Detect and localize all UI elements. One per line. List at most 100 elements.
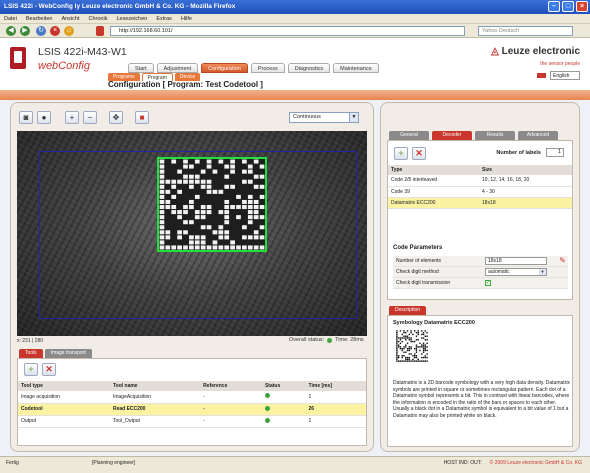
- menu-item-bookmarks[interactable]: Lesezeichen: [116, 16, 147, 22]
- close-icon[interactable]: ×: [576, 1, 588, 12]
- table-row[interactable]: Image acquisition ImageAcquisition - 1: [18, 391, 366, 404]
- label-count-label: Number of labels: [496, 149, 541, 156]
- menu-item-help[interactable]: Hilfe: [181, 16, 192, 22]
- cell-time: 1: [305, 391, 366, 404]
- table-row[interactable]: Output Tool_Output - 1: [18, 415, 366, 428]
- tab-adjustment[interactable]: Adjustment: [156, 63, 199, 73]
- table-row[interactable]: Code 39 4 - 30: [388, 186, 572, 198]
- menu-item-tools[interactable]: Extras: [156, 16, 172, 22]
- window-title: LSIS 422i - WebConfig ly Leuze electroni…: [4, 3, 236, 10]
- app-header: LSIS 422i-M43-W1 webConfig Start Adjustm…: [0, 38, 590, 90]
- tab-advanced[interactable]: Advanced: [518, 131, 558, 140]
- stop-icon[interactable]: ×: [50, 26, 60, 36]
- col-type: Type: [388, 165, 480, 175]
- service-link[interactable]: the sensor people: [540, 61, 580, 67]
- tool-table: Tool type Tool name Reference Status Tim…: [18, 381, 366, 428]
- menu-bar: Datei Bearbeiten Ansicht Chronik Lesezei…: [0, 14, 590, 24]
- cell-tool-type: Codetool: [18, 403, 110, 416]
- maximize-icon[interactable]: □: [562, 1, 574, 12]
- zoom-out-icon[interactable]: −: [83, 111, 97, 124]
- menu-item-edit[interactable]: Bearbeiten: [26, 16, 53, 22]
- col-reference: Reference: [200, 381, 262, 391]
- tab-maintenance[interactable]: Maintenance: [333, 63, 379, 73]
- acquisition-mode-select[interactable]: Continuous ▼: [289, 112, 359, 123]
- camera-icon[interactable]: ◙: [19, 111, 33, 124]
- check-method-select[interactable]: automatic ▼: [485, 268, 547, 276]
- cell-tool-name: ImageAcquisition: [109, 391, 201, 404]
- description-box: Symbology Datamatrix ECC200 Datamatrix i…: [387, 315, 573, 447]
- param-row-check-method: Check digit method automatic ▼: [393, 267, 568, 278]
- remove-tool-button[interactable]: ✕: [42, 363, 56, 376]
- navigation-toolbar: ◀ ▶ ↻ × ⌂ http://192.168.60.101/ Yahoo D…: [0, 24, 590, 38]
- tab-start[interactable]: Start: [128, 63, 154, 73]
- tab-diagnostics[interactable]: Diagnostics: [287, 63, 331, 73]
- param-row-check-transmission: Check digit transmission ✓: [393, 278, 568, 289]
- window-titlebar: LSIS 422i - WebConfig ly Leuze electroni…: [0, 0, 590, 14]
- color-icon[interactable]: ■: [135, 111, 149, 124]
- search-input[interactable]: Yahoo Deutsch: [478, 26, 573, 36]
- device-icon: [10, 47, 26, 69]
- flag-icon: [536, 72, 547, 79]
- home-icon[interactable]: ⌂: [64, 26, 74, 36]
- code-type-table: Type Size Code 2/5 interleaved 10, 12, 1…: [388, 165, 572, 209]
- tab-tools[interactable]: Tools: [19, 349, 43, 358]
- tab-decoder[interactable]: Decoder: [432, 131, 472, 140]
- overall-status-label: Overall status:: [289, 337, 325, 343]
- tab-process[interactable]: Process: [250, 63, 285, 73]
- camera-panel: ◙ ● + − ✥ ■ Continuous ▼ x: 231 | 280 Ov…: [10, 102, 374, 452]
- copyright: © 2009 Leuze electronic GmbH & Co. KG: [489, 460, 582, 466]
- cell-time: 26: [305, 403, 366, 416]
- tab-description[interactable]: Description: [389, 306, 427, 315]
- cell-tool-name: Read ECC200: [109, 403, 201, 416]
- minimize-icon[interactable]: –: [548, 1, 560, 12]
- menu-item-file[interactable]: Datei: [4, 16, 17, 22]
- code-parameters-title: Code Parameters: [393, 245, 443, 251]
- tab-image-transport[interactable]: Image transport: [44, 349, 92, 358]
- table-row[interactable]: Datamatrix ECC200 18x18: [388, 197, 572, 209]
- zoom-in-icon[interactable]: +: [65, 111, 79, 124]
- label-count-input[interactable]: 1: [546, 148, 564, 157]
- status-ok-icon: [264, 393, 270, 399]
- webconfig-logo: webConfig: [38, 60, 90, 72]
- camera-image[interactable]: [17, 131, 367, 336]
- param-label: Check digit method: [396, 269, 439, 275]
- forward-icon[interactable]: ▶: [20, 26, 30, 36]
- page-title-bar: [0, 90, 590, 100]
- remove-code-button[interactable]: ✕: [412, 147, 426, 160]
- status-right: HOST IND: OUT: © 2009 Leuze electronic G…: [444, 460, 582, 466]
- cursor-coordinates: x: 231 | 280: [17, 338, 44, 344]
- menu-item-history[interactable]: Chronik: [89, 16, 108, 22]
- site-favicon: [96, 26, 104, 36]
- status-text: Fertig: [6, 460, 19, 466]
- cell-type: Datamatrix ECC200: [388, 197, 480, 209]
- cell-size: 18x18: [479, 197, 572, 209]
- edit-icon[interactable]: ✎: [559, 256, 566, 265]
- page-title: Configuration [ Program: Test Codetool ]: [108, 80, 263, 89]
- language-select[interactable]: English: [550, 71, 580, 80]
- record-icon[interactable]: ●: [37, 111, 51, 124]
- crosshair-icon[interactable]: ✥: [109, 111, 123, 124]
- elements-input[interactable]: 18x18: [485, 257, 547, 265]
- reload-icon[interactable]: ↻: [36, 26, 46, 36]
- menu-item-view[interactable]: Ansicht: [61, 16, 79, 22]
- table-row[interactable]: Codetool Read ECC200 - 26: [18, 403, 366, 416]
- tool-list-box: + ✕ Tool type Tool name Reference Status…: [17, 358, 367, 446]
- cell-reference: -: [200, 403, 262, 416]
- tab-general[interactable]: General: [389, 131, 429, 140]
- leuze-logo-icon: ◬: [491, 46, 499, 57]
- tab-results[interactable]: Results: [475, 131, 515, 140]
- add-tool-button[interactable]: +: [24, 363, 38, 376]
- col-status: Status: [261, 381, 306, 391]
- add-code-button[interactable]: +: [394, 147, 408, 160]
- cell-tool-name: Tool_Output: [109, 415, 201, 428]
- tab-configuration[interactable]: Configuration: [201, 63, 248, 73]
- brand-name: Leuze electronic: [501, 46, 580, 57]
- overall-status: Overall status: Time: 28ms: [289, 337, 364, 343]
- back-icon[interactable]: ◀: [6, 26, 16, 36]
- check-transmission-checkbox[interactable]: ✓: [485, 280, 491, 286]
- cell-reference: -: [200, 391, 262, 404]
- url-input[interactable]: http://192.168.60.101/: [110, 26, 465, 36]
- label-count: Number of labels 1: [496, 148, 564, 157]
- table-row[interactable]: Code 2/5 interleaved 10, 12, 14, 16, 18,…: [388, 175, 572, 187]
- check-method-value: automatic: [488, 269, 510, 275]
